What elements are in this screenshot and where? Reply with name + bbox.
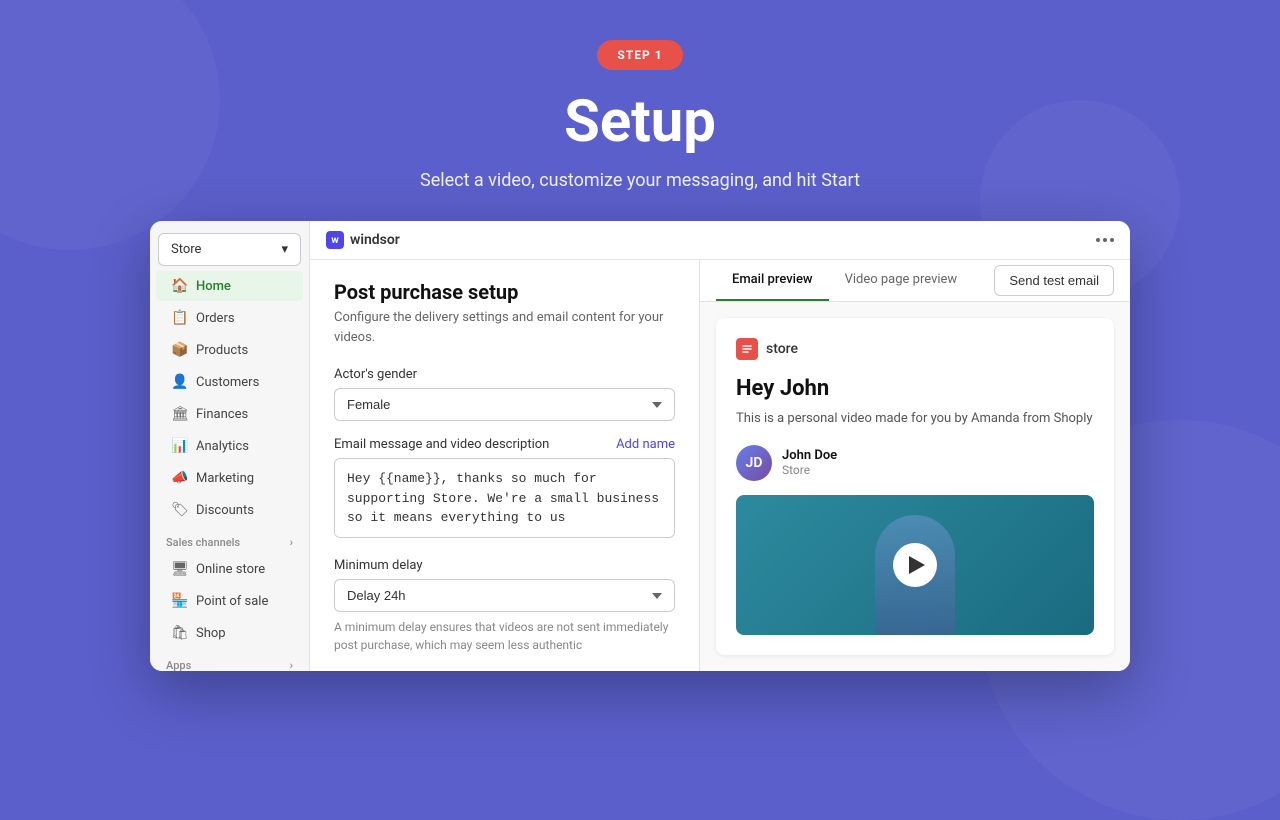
minimum-delay-group: Minimum delay Delay 24h A minimum delay … <box>334 558 675 654</box>
expand-icon[interactable]: › <box>290 536 293 549</box>
sales-channels-section: Sales channels › <box>150 526 309 553</box>
apps-section: Apps › <box>150 649 309 671</box>
sidebar-label-shop: Shop <box>196 626 226 641</box>
sidebar-item-marketing[interactable]: 📣 Marketing <box>156 463 303 493</box>
sidebar-label-analytics: Analytics <box>196 439 249 454</box>
customers-icon: 👤 <box>172 374 188 390</box>
email-store-name: store <box>766 341 798 357</box>
bg-decoration-1 <box>0 0 220 250</box>
content-split: Post purchase setup Configure the delive… <box>310 260 1130 671</box>
products-icon: 📦 <box>172 342 188 358</box>
sidebar-item-analytics[interactable]: 📊 Analytics <box>156 431 303 461</box>
tab-email-preview[interactable]: Email preview <box>716 260 829 301</box>
add-name-link[interactable]: Add name <box>616 437 675 452</box>
marketing-icon: 📣 <box>172 470 188 486</box>
menu-button[interactable] <box>1096 238 1114 242</box>
sidebar-label-finances: Finances <box>196 407 248 422</box>
home-icon: 🏠 <box>172 278 188 294</box>
dot-2 <box>1103 238 1107 242</box>
store-logo-icon <box>736 338 758 360</box>
finances-icon: 🏛 <box>172 406 188 422</box>
email-description: This is a personal video made for you by… <box>736 409 1094 429</box>
page-title: Setup <box>564 88 716 156</box>
sidebar-label-orders: Orders <box>196 311 235 326</box>
form-subtitle: Configure the delivery settings and emai… <box>334 308 675 347</box>
sidebar-label-pos: Point of sale <box>196 594 268 609</box>
actor-gender-group: Actor's gender Female <box>334 367 675 421</box>
sidebar-item-orders[interactable]: 📋 Orders <box>156 303 303 333</box>
browser-window: Store ▾ 🏠 Home 📋 Orders 📦 Products 👤 Cus… <box>150 221 1130 671</box>
sender-store-label: Store <box>782 463 837 477</box>
windsor-logo: w windsor <box>326 231 400 249</box>
sidebar-label-online-store: Online store <box>196 562 265 577</box>
main-content: w windsor Post purchase setup Configure … <box>310 221 1130 671</box>
shop-icon: 🛍 <box>172 625 188 641</box>
email-card: store Hey John This is a personal video … <box>716 318 1114 655</box>
preview-content: store Hey John This is a personal video … <box>700 302 1130 671</box>
analytics-icon: 📊 <box>172 438 188 454</box>
chevron-down-icon: ▾ <box>281 242 288 257</box>
page-subtitle: Select a video, customize your messaging… <box>420 170 860 191</box>
send-test-email-button[interactable]: Send test email <box>994 265 1114 296</box>
play-button[interactable] <box>893 543 937 587</box>
email-message-label: Email message and video description Add … <box>334 437 675 452</box>
email-sender: JD John Doe Store <box>736 445 1094 481</box>
preview-tabs: Email preview Video page preview Send te… <box>700 260 1130 302</box>
actor-gender-select[interactable]: Female <box>334 388 675 421</box>
tab-video-page-preview[interactable]: Video page preview <box>829 260 974 301</box>
pos-icon: 🏪 <box>172 593 188 609</box>
sidebar-item-shop[interactable]: 🛍 Shop <box>156 618 303 648</box>
form-title: Post purchase setup <box>334 280 675 304</box>
sidebar-label-customers: Customers <box>196 375 259 390</box>
preview-tabs-left: Email preview Video page preview <box>716 260 973 301</box>
minimum-delay-label: Minimum delay <box>334 558 675 573</box>
form-panel: Post purchase setup Configure the delive… <box>310 260 700 671</box>
email-message-textarea[interactable]: Hey {{name}}, thanks so much for support… <box>334 458 675 538</box>
store-logo-svg <box>740 342 754 356</box>
sender-avatar: JD <box>736 445 772 481</box>
step-badge: STEP 1 <box>597 40 682 70</box>
windsor-logo-icon: w <box>326 231 344 249</box>
dot-1 <box>1096 238 1100 242</box>
page-header: STEP 1 Setup Select a video, customize y… <box>420 0 860 221</box>
sidebar-label-products: Products <box>196 343 248 358</box>
video-thumbnail[interactable] <box>736 495 1094 635</box>
orders-icon: 📋 <box>172 310 188 326</box>
sidebar-label-home: Home <box>196 279 231 294</box>
email-message-group: Email message and video description Add … <box>334 437 675 542</box>
sidebar-label-marketing: Marketing <box>196 471 254 486</box>
discounts-icon: 🏷 <box>172 502 188 518</box>
sidebar-item-point-of-sale[interactable]: 🏪 Point of sale <box>156 586 303 616</box>
sidebar-label-discounts: Discounts <box>196 503 254 518</box>
store-selector[interactable]: Store ▾ <box>158 233 301 266</box>
windsor-logo-text: windsor <box>350 232 400 248</box>
expand-apps-icon[interactable]: › <box>290 659 293 671</box>
sidebar-item-products[interactable]: 📦 Products <box>156 335 303 365</box>
sidebar-item-online-store[interactable]: 🖥 Online store <box>156 554 303 584</box>
dot-3 <box>1110 238 1114 242</box>
preview-panel: Email preview Video page preview Send te… <box>700 260 1130 671</box>
email-store-header: store <box>736 338 1094 360</box>
sidebar-item-customers[interactable]: 👤 Customers <box>156 367 303 397</box>
sidebar: Store ▾ 🏠 Home 📋 Orders 📦 Products 👤 Cus… <box>150 221 310 671</box>
sidebar-item-discounts[interactable]: 🏷 Discounts <box>156 495 303 525</box>
actor-gender-label: Actor's gender <box>334 367 675 382</box>
sender-name: John Doe <box>782 448 837 463</box>
online-store-icon: 🖥 <box>172 561 188 577</box>
sidebar-item-finances[interactable]: 🏛 Finances <box>156 399 303 429</box>
minimum-delay-select[interactable]: Delay 24h <box>334 579 675 612</box>
app-header: w windsor <box>310 221 1130 260</box>
minimum-delay-hint: A minimum delay ensures that videos are … <box>334 618 675 654</box>
sidebar-item-home[interactable]: 🏠 Home <box>156 271 303 301</box>
sender-info: John Doe Store <box>782 448 837 477</box>
email-greeting: Hey John <box>736 376 1094 401</box>
